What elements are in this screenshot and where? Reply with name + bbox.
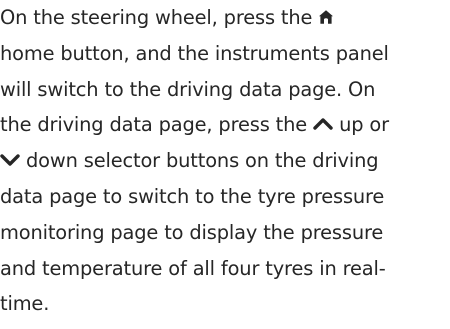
paragraph-line-6: data page to switch to the tyre pressure <box>0 184 385 208</box>
line-4-text-b: up or <box>339 113 389 137</box>
paragraph-line-4: the driving data page, press the up or <box>0 107 450 143</box>
paragraph-line-5: down selector buttons on the driving <box>0 143 450 179</box>
paragraph-line-7: monitoring page to display the pressure <box>0 220 384 244</box>
paragraph-line-8: and temperature of all four tyres in rea… <box>0 256 386 280</box>
paragraph-line-1: On the steering wheel, press the <box>0 0 450 36</box>
instruction-paragraph: On the steering wheel, press the home bu… <box>0 0 450 322</box>
paragraph-line-9: time. <box>0 292 50 316</box>
line-5-text: down selector buttons on the driving <box>26 149 379 173</box>
chevron-up-icon <box>313 117 333 131</box>
chevron-down-icon <box>0 153 20 167</box>
paragraph-line-2: home button, and the instruments panel <box>0 41 389 65</box>
line-4-text-a: the driving data page, press the <box>0 113 308 137</box>
paragraph-line-3: will switch to the driving data page. On <box>0 77 376 101</box>
line-1-text: On the steering wheel, press the <box>0 6 313 29</box>
home-icon <box>318 9 334 25</box>
